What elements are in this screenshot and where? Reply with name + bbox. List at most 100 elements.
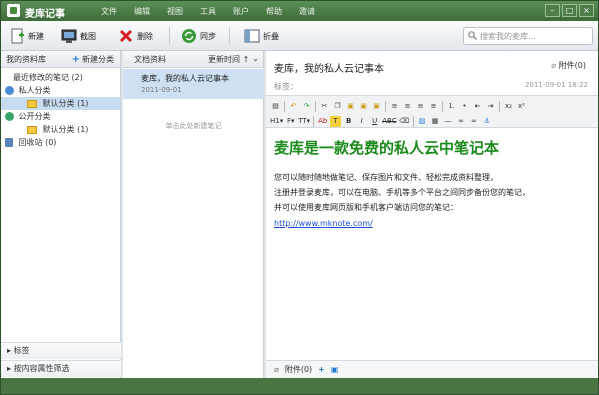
menu-view[interactable]: 视图 <box>167 6 200 17</box>
undo-icon[interactable]: ↶ <box>288 101 299 112</box>
maximize-button[interactable]: □ <box>562 4 577 17</box>
new-category-button[interactable]: + 新建分类 <box>72 54 114 65</box>
underline-icon[interactable]: U <box>369 116 380 127</box>
collapse-button[interactable]: 折叠 <box>244 28 279 44</box>
format-divider <box>385 100 386 112</box>
heading-dropdown-icon[interactable]: H1▾ <box>270 116 283 127</box>
format-divider <box>313 115 315 127</box>
note-paragraph: 您可以随时随地做笔记、保存图片和文件、轻松完成资料整理， <box>274 173 498 182</box>
recycle-bin-label: 回收站 (0) <box>18 138 57 147</box>
tags-panel-toggle[interactable]: ▸ 标签 <box>1 342 121 359</box>
numbered-list-icon[interactable]: ⒈ <box>446 101 457 112</box>
footer-attachment-label[interactable]: 附件(0) <box>285 364 312 375</box>
attachment-count: 附件(0) <box>558 61 586 70</box>
search-icon <box>468 30 477 42</box>
font-color-icon[interactable]: Ab <box>317 116 328 127</box>
tags-field[interactable]: 标签： <box>274 81 298 92</box>
insert-table-icon[interactable]: ▦ <box>430 116 441 127</box>
public-category-label: 公开分类 <box>18 112 51 121</box>
align-center-icon[interactable]: ≡ <box>402 101 413 112</box>
redo-icon[interactable]: ↷ <box>301 101 312 112</box>
insert-image-icon[interactable]: ▨ <box>417 116 428 127</box>
recent-notes-item[interactable]: 最近修改的笔记 (2) <box>1 71 120 84</box>
format-divider <box>412 115 414 127</box>
source-icon[interactable]: ▤ <box>270 101 281 112</box>
anchor-icon[interactable]: ⚓ <box>482 116 493 127</box>
outdent-icon[interactable]: ⇤ <box>472 101 483 112</box>
delete-icon <box>118 28 134 44</box>
superscript-icon[interactable]: x² <box>516 101 527 112</box>
note-item-date: 2011-09-01 <box>141 86 182 94</box>
menu-edit[interactable]: 编辑 <box>134 6 167 17</box>
menu-invite[interactable]: 邀请 <box>299 6 332 17</box>
cut-icon[interactable]: ✂ <box>319 101 330 112</box>
eraser-icon[interactable]: ⌫ <box>399 116 410 127</box>
note-date: 2011-09-01 18:22 <box>524 81 588 89</box>
library-title: 我的资料库 <box>6 54 46 64</box>
note-body[interactable]: 麦库是一款免费的私人云中笔记本 您可以随时随地做笔记、保存图片和文件、轻松完成资… <box>274 137 594 228</box>
unlink-icon[interactable]: ∞ <box>469 116 480 127</box>
new-note-hint[interactable]: 单击此处新建笔记 <box>123 121 264 131</box>
website-link[interactable]: http://www.mknote.com/ <box>274 219 594 228</box>
align-right-icon[interactable]: ≡ <box>415 101 426 112</box>
collapse-label: 折叠 <box>263 31 279 41</box>
menu-tools[interactable]: 工具 <box>200 6 233 17</box>
new-note-button[interactable]: 新建 <box>9 28 44 44</box>
notes-list-pane: 文档资料 更新时间 ↑ ⌄ 麦库，我的私人云记事本 2011-09-01 单击此… <box>123 51 264 378</box>
subscript-icon[interactable]: x₂ <box>503 101 514 112</box>
recycle-bin-item[interactable]: 回收站 (0) <box>1 136 120 149</box>
paste-text-icon[interactable]: ▣ <box>358 101 369 112</box>
attachment-options-icon[interactable]: ▣ <box>331 365 339 374</box>
folder-icon <box>27 125 37 134</box>
screenshot-button[interactable]: 截图 <box>61 28 96 44</box>
public-category-item[interactable]: 公开分类 <box>1 110 120 123</box>
copy-icon[interactable]: ❐ <box>332 101 343 112</box>
menu-help[interactable]: 帮助 <box>266 6 299 17</box>
bullet-list-icon[interactable]: • <box>459 101 470 112</box>
italic-icon[interactable]: I <box>356 116 367 127</box>
person-icon <box>5 86 14 95</box>
highlight-icon[interactable]: T <box>330 115 342 127</box>
sort-dropdown[interactable]: 更新时间 ↑ ⌄ <box>208 54 259 65</box>
align-left-icon[interactable]: ≡ <box>389 101 400 112</box>
font-size-dropdown-icon[interactable]: TT▾ <box>298 116 310 127</box>
library-sidebar: 我的资料库 + 新建分类 最近修改的笔记 (2) 私人分类 默认分类 (1) 公… <box>1 51 121 378</box>
category-tree: 最近修改的笔记 (2) 私人分类 默认分类 (1) 公开分类 默认分类 (1) … <box>1 68 120 149</box>
attachment-button[interactable]: ⌀ 附件(0) <box>551 60 586 71</box>
search-input[interactable]: 搜索我的麦库... <box>463 27 593 45</box>
globe-icon <box>5 112 14 121</box>
format-divider <box>442 100 443 112</box>
strikethrough-icon[interactable]: ABC <box>382 116 396 127</box>
sync-label: 同步 <box>200 31 216 41</box>
paste-word-icon[interactable]: ▣ <box>371 101 382 112</box>
private-category-item[interactable]: 私人分类 <box>1 84 120 97</box>
new-note-icon <box>9 28 25 44</box>
screenshot-label: 截图 <box>80 31 96 41</box>
tags-label: 标签 <box>13 346 30 355</box>
collapse-icon <box>244 28 260 44</box>
format-divider <box>284 100 285 112</box>
font-dropdown-icon[interactable]: F▾ <box>285 116 296 127</box>
add-attachment-icon[interactable]: + <box>318 365 325 374</box>
note-list-item[interactable]: 麦库，我的私人云记事本 2011-09-01 <box>123 69 264 99</box>
status-bar <box>1 378 598 394</box>
attribute-filter-toggle[interactable]: ▸ 按内容属性筛选 <box>1 360 121 377</box>
close-button[interactable]: × <box>579 4 594 17</box>
sync-button[interactable]: 同步 <box>181 28 216 44</box>
menu-account[interactable]: 账户 <box>233 6 266 17</box>
horizontal-rule-icon[interactable]: — <box>443 116 454 127</box>
link-icon[interactable]: ∞ <box>456 116 467 127</box>
note-title-field[interactable]: 麦库，我的私人云记事本 <box>274 60 384 75</box>
menu-file[interactable]: 文件 <box>101 6 134 17</box>
sort-label: 更新时间 ↑ <box>208 54 250 64</box>
notes-list-title: 文档资料 <box>134 54 166 64</box>
delete-button[interactable]: 删除 <box>118 28 153 44</box>
paste-icon[interactable]: ▣ <box>345 101 356 112</box>
minimize-button[interactable]: – <box>545 4 560 17</box>
align-justify-icon[interactable]: ≡ <box>428 101 439 112</box>
note-heading: 麦库是一款免费的私人云中笔记本 <box>274 139 500 157</box>
public-default-folder[interactable]: 默认分类 (1) <box>1 123 120 136</box>
indent-icon[interactable]: ⇥ <box>485 101 496 112</box>
private-default-folder[interactable]: 默认分类 (1) <box>1 97 120 110</box>
bold-icon[interactable]: B <box>343 116 354 127</box>
